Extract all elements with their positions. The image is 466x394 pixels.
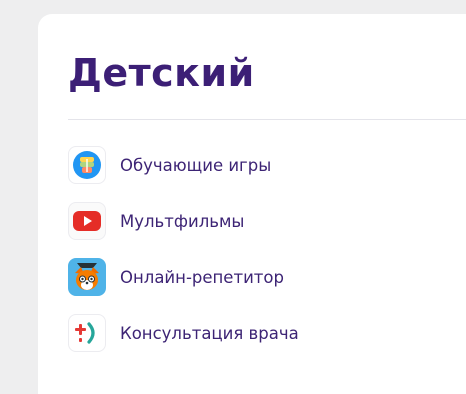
list-item-label: Обучающие игры (120, 155, 272, 175)
list-item-label: Онлайн-репетитор (120, 267, 284, 287)
kids-section-card: Детский Обучающие игры Мультфильмы Онлай… (38, 14, 466, 394)
list-item-online-tutor[interactable]: Онлайн-репетитор (68, 258, 284, 296)
list-item-cartoons[interactable]: Мультфильмы (68, 202, 244, 240)
education-games-icon (68, 146, 106, 184)
list-item-education-games[interactable]: Обучающие игры (68, 146, 271, 184)
youtube-play-icon (68, 202, 106, 240)
doctor-plus-icon (68, 314, 106, 352)
list-item-label: Мультфильмы (120, 211, 245, 231)
list-item-doctor-consultation[interactable]: Консультация врача (68, 314, 299, 352)
fox-tutor-icon (68, 258, 106, 296)
divider (68, 119, 466, 120)
list-item-label: Консультация врача (120, 323, 299, 343)
section-title: Детский (68, 51, 255, 95)
